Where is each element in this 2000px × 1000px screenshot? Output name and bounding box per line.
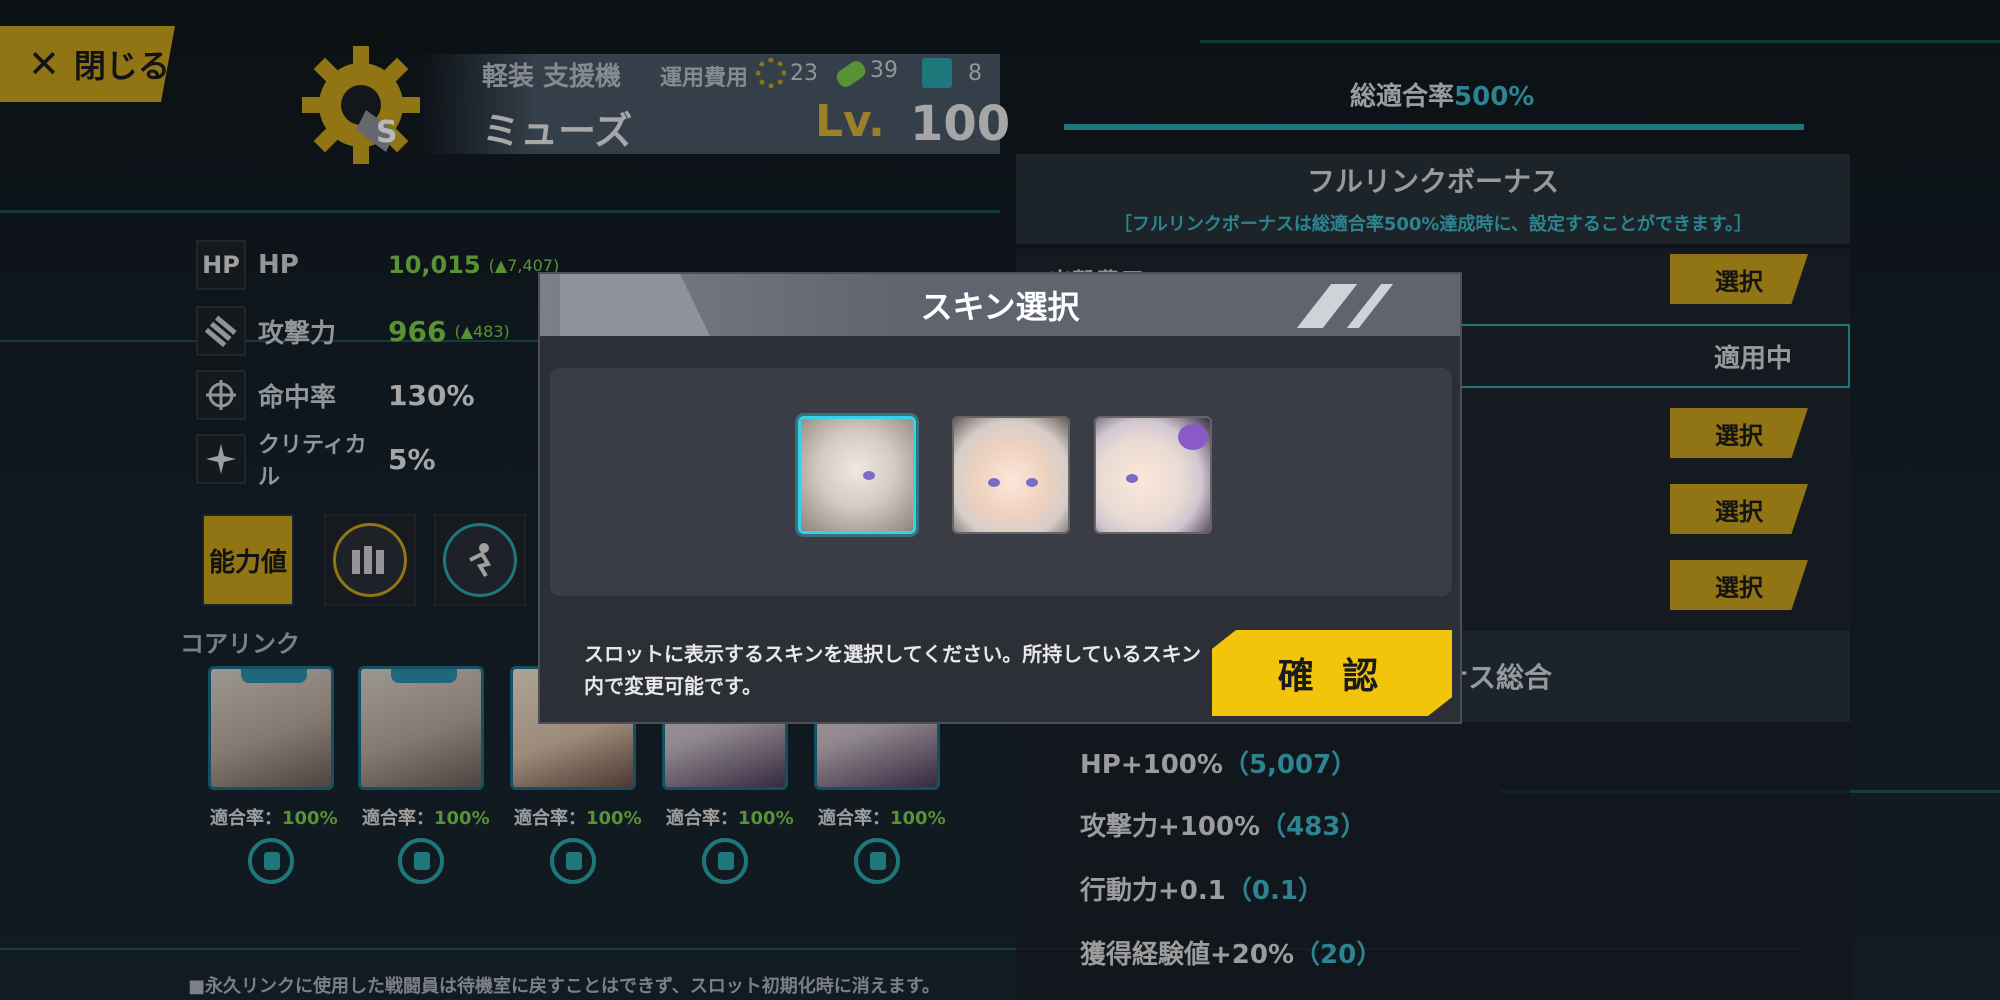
skin-eye xyxy=(988,478,1000,487)
flower-accessory xyxy=(1178,424,1208,450)
skin-eye xyxy=(1126,474,1138,483)
skin-option-flower[interactable] xyxy=(1094,416,1212,534)
dialog-title: スキン選択 xyxy=(920,288,1080,326)
header-deco xyxy=(1296,284,1358,328)
header-deco xyxy=(560,274,710,336)
header-deco xyxy=(1346,284,1394,328)
skin-eye xyxy=(1026,478,1038,487)
skin-portrait xyxy=(801,419,913,531)
skin-select-dialog: スキン選択 スロットに表示するスキンを選択してください。所持しているスキン内で変… xyxy=(538,272,1462,724)
confirm-button[interactable]: 確 認 xyxy=(1212,630,1452,716)
skin-option-smile[interactable] xyxy=(952,416,1070,534)
skin-eye xyxy=(863,471,875,480)
skin-option-default[interactable] xyxy=(798,416,916,534)
skin-portrait xyxy=(954,418,1068,532)
dialog-message: スロットに表示するスキンを選択してください。所持しているスキン内で変更可能です。 xyxy=(584,642,1201,698)
dialog-header: スキン選択 xyxy=(540,274,1460,336)
